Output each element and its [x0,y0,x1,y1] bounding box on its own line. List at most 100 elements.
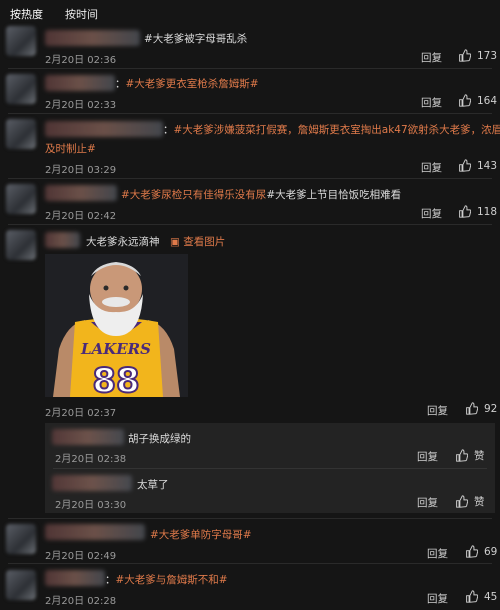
comment-date: 2月20日 02:33 [45,100,117,111]
username-blurred[interactable] [52,475,132,491]
image-icon: ▣ [170,236,180,248]
reply-button[interactable]: 回复 [417,495,438,510]
thumbs-up-icon [459,159,471,172]
comment-date: 2月20日 02:28 [45,596,117,607]
comment-topic-tag[interactable]: #大老爹单防字母哥# [150,529,252,541]
comment-text-line2: 及时制止# [45,141,96,156]
comment-text-content: #大老爹被字母哥乱杀 [144,33,248,45]
like-count: 45 [484,590,498,603]
thumbs-up-icon [459,49,471,62]
username-blurred[interactable] [45,75,115,91]
comment-text: #大老爹尿检只有佳得乐没有尿#大老爹上节目恰饭吃相难看 [121,187,401,202]
thumbs-up-icon [456,449,468,462]
divider [53,468,487,469]
thumbs-up-icon [459,205,471,218]
comment-date: 2月20日 02:36 [45,55,117,66]
reply-button[interactable]: 回复 [421,50,442,65]
username-blurred[interactable] [45,121,163,137]
comment-topic-tag-continued[interactable]: 及时制止# [45,143,96,155]
comment-text: ：#大老爹与詹姆斯不和# [105,572,228,587]
like-button[interactable]: 143 [458,159,497,172]
jersey-number: 88 [92,361,139,397]
like-label: 赞 [474,496,485,508]
username-blurred[interactable] [45,185,117,201]
jersey-team-text: LAKERS [80,340,151,358]
username-blurred[interactable] [52,429,124,445]
comment-image[interactable]: LAKERS 88 [45,254,188,397]
like-label: 赞 [474,450,485,462]
comment-topic-tag[interactable]: #大老爹尿检只有佳得乐没有尿 [121,189,266,201]
like-button[interactable]: 45 [465,590,497,603]
like-button[interactable]: 92 [465,402,497,415]
like-button[interactable]: 164 [458,94,497,107]
like-count: 69 [484,545,498,558]
sort-by-time-tab[interactable]: 按时间 [65,6,98,22]
comment-text: #大老爹被字母哥乱杀 [144,31,247,46]
sort-by-hot-tab[interactable]: 按热度 [10,6,43,22]
reply-button[interactable]: 回复 [417,449,438,464]
like-count: 118 [477,205,498,218]
avatar[interactable] [6,184,36,214]
comment-topic-tag[interactable]: #大老爹与詹姆斯不和# [116,574,228,586]
avatar[interactable] [6,570,36,600]
divider [8,178,492,179]
comment-date: 2月20日 02:49 [45,551,117,562]
username-blurred[interactable] [45,570,105,586]
like-button[interactable]: 赞 [455,448,485,463]
comment-text-suffix: #大老爹上节目恰饭吃相难看 [266,189,402,201]
like-count: 143 [477,159,498,172]
reply-button[interactable]: 回复 [427,546,448,561]
username-blurred[interactable] [45,30,140,46]
view-image-link[interactable]: ▣ 查看图片 [170,234,225,249]
avatar[interactable] [6,74,36,104]
reply-button[interactable]: 回复 [421,206,442,221]
comment-topic-tag[interactable]: #大老爹更衣室枪杀詹姆斯# [126,78,259,90]
reply-text: 太草了 [137,479,169,491]
thumbs-up-icon [466,402,478,415]
replies-box: 胡子换成绿的 2月20日 02:38 回复 赞 太草了 2月20日 03:30 … [45,423,495,513]
like-button[interactable]: 69 [465,545,497,558]
comment-text: ：#大老爹更衣室枪杀詹姆斯# [115,76,259,91]
avatar[interactable] [6,119,36,149]
like-button[interactable]: 赞 [455,494,485,509]
avatar[interactable] [6,230,36,260]
username-blurred[interactable] [45,232,80,248]
avatar[interactable] [6,26,36,56]
view-image-label: 查看图片 [183,236,226,248]
reply-date: 2月20日 03:30 [55,500,127,511]
comment-date: 2月20日 03:29 [45,165,117,176]
comment-topic-tag[interactable]: #大老爹涉嫌菠菜打假赛，詹姆斯更衣室掏出ak47欲射杀大老爹，浓眉 [174,124,500,136]
like-button[interactable]: 173 [458,49,497,62]
reply-button[interactable]: 回复 [427,403,448,418]
reply-button[interactable]: 回复 [421,95,442,110]
thumbs-up-icon [466,545,478,558]
reply-text: 胡子换成绿的 [128,433,191,445]
reply-date: 2月20日 02:38 [55,454,127,465]
like-count: 92 [484,402,498,415]
comment-text: ：#大老爹涉嫌菠菜打假赛，詹姆斯更衣室掏出ak47欲射杀大老爹，浓眉 [163,122,500,137]
comment-text-content: 大老爹永远滴神 [86,236,160,248]
sort-bar: 按热度 按时间 [10,6,98,22]
username-blurred[interactable] [45,524,145,540]
comment-date: 2月20日 02:37 [45,408,117,419]
like-count: 173 [477,49,498,62]
comment-text-prefix: ： [163,124,174,136]
divider [8,113,492,114]
reply-button[interactable]: 回复 [427,591,448,606]
thumbs-up-icon [456,495,468,508]
thumbs-up-icon [459,94,471,107]
divider [8,68,492,69]
comment-text-prefix: ： [105,574,116,586]
thumbs-up-icon [466,590,478,603]
divider [8,563,492,564]
divider [8,224,492,225]
cartoon-player-image: LAKERS 88 [45,254,188,397]
reply-button[interactable]: 回复 [421,160,442,175]
like-count: 164 [477,94,498,107]
comment-text-prefix: ： [115,78,126,90]
comment-date: 2月20日 02:42 [45,211,117,222]
comment-text: 大老爹永远滴神 [86,234,160,249]
like-button[interactable]: 118 [458,205,497,218]
avatar[interactable] [6,524,36,554]
divider [8,518,492,519]
